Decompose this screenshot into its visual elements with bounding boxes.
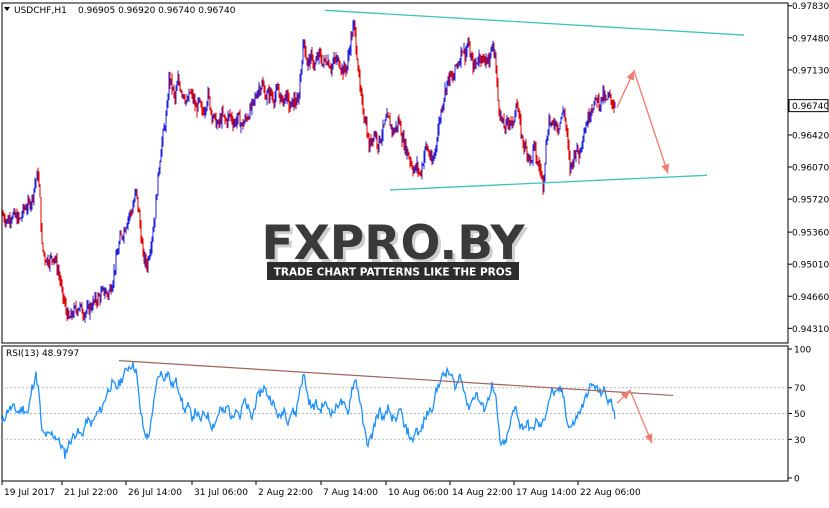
price-axis: 0.97830 0.97480 0.97130 0.96740 0.96420 0.960… [788,2,829,335]
price-tick-label: 0.94660 [792,293,829,303]
price-pane [1,2,789,344]
price-tick-label: 0.97130 [792,66,829,76]
price-tick-label: 0.95720 [792,196,829,206]
time-tick-label: 14 Aug 22:00 [452,488,513,498]
price-tick-label: 0.95010 [792,261,829,271]
rsi-tick-label: 0 [794,475,800,485]
time-tick-label: 22 Aug 06:00 [580,488,641,498]
ohlc-values: 0.96905 0.96920 0.96740 0.96740 [78,6,236,16]
time-tick-label: 10 Aug 06:00 [388,488,449,498]
symbol-label: USDCHF,H1 [14,6,67,16]
time-tick-label: 17 Aug 14:00 [516,488,577,498]
time-axis: 19 Jul 2017 21 Jul 22:00 26 Jul 14:00 31 Ju… [1,481,641,498]
time-tick-label: 31 Jul 06:00 [194,488,248,498]
price-tick-label: 0.97480 [792,34,829,44]
rsi-tick-label: 100 [794,346,811,356]
rsi-axis: 100 70 50 30 0 [788,346,811,485]
price-tick-label: 0.96420 [792,131,829,141]
header: USDCHF,H1 0.96905 0.96920 0.96740 0.9674… [4,6,236,16]
usdchf-chart: 0.97830 0.97480 0.97130 0.96740 0.96420 0.960… [0,0,829,504]
price-tick-label: 0.97830 [792,2,829,12]
time-tick-label: 2 Aug 22:00 [258,488,313,498]
rsi-label: RSI(13) 48.9797 [6,349,79,359]
rsi-tick-label: 50 [794,410,806,420]
time-tick-label: 19 Jul 2017 [4,488,55,498]
time-tick-label: 7 Aug 14:00 [323,488,378,498]
watermark-tagline: TRADE CHART PATTERNS LIKE THE PROS [274,267,512,279]
price-tick-label: 0.96740 [792,102,829,112]
rsi-tick-label: 30 [794,436,806,446]
time-tick-label: 21 Jul 22:00 [64,488,118,498]
price-tick-label: 0.94310 [792,325,829,335]
price-tick-label: 0.96070 [792,164,829,174]
time-tick-label: 26 Jul 14:00 [128,488,182,498]
chart-svg: 0.97830 0.97480 0.97130 0.96740 0.96420 0.960… [1,2,829,498]
price-tick-label: 0.95360 [792,229,829,239]
rsi-tick-label: 70 [794,384,806,394]
watermark: FXPRO.BY FXPRO.BY TRADE CHART PATTERNS L… [261,216,528,280]
